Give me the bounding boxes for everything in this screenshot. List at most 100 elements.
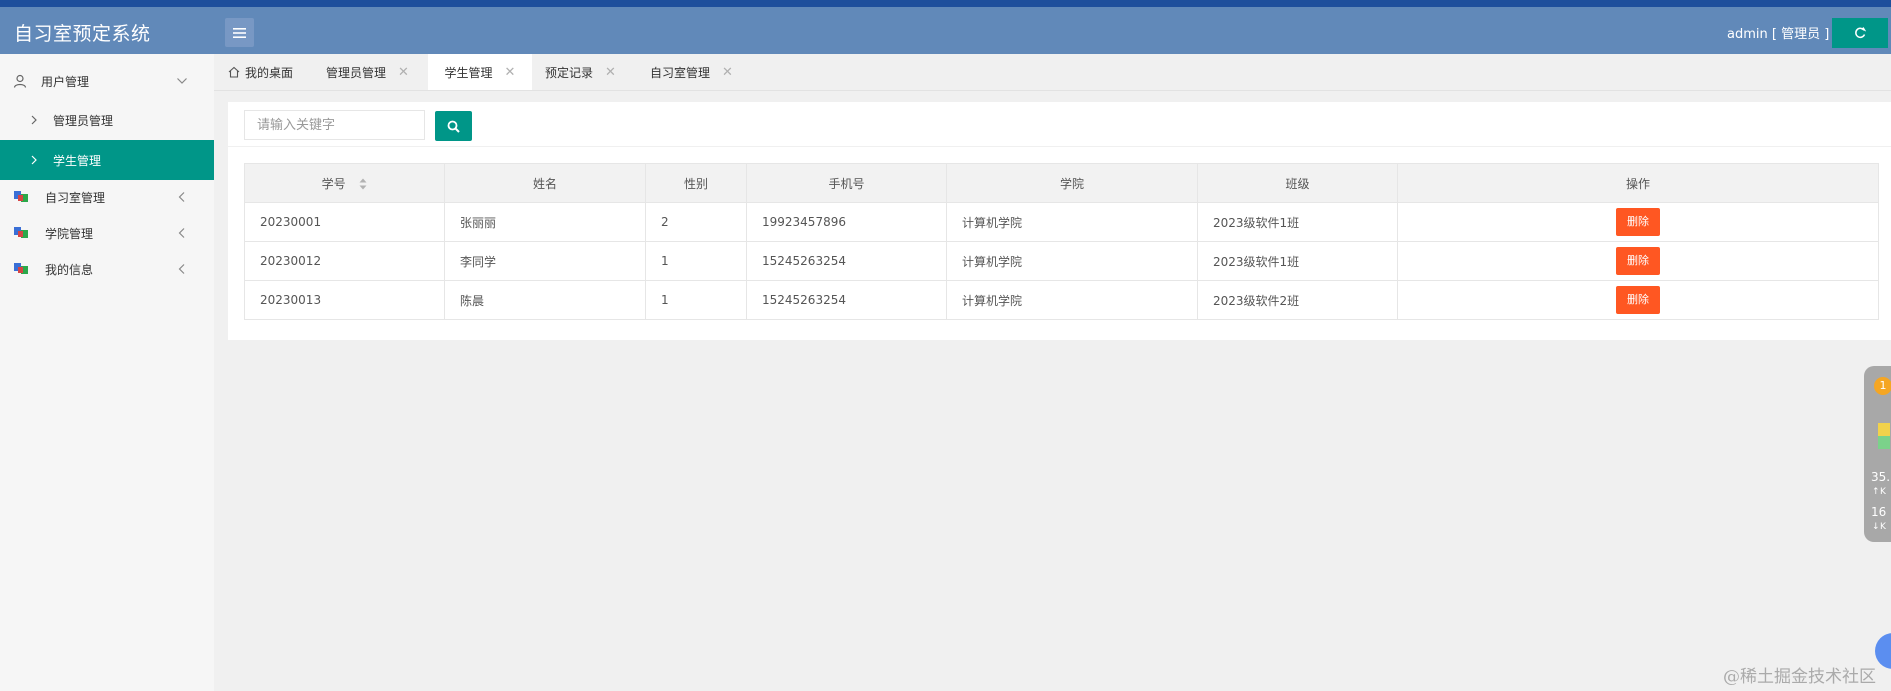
cell-class: 2023级软件1班 — [1197, 241, 1398, 281]
tab-my-desktop[interactable]: 我的桌面 — [228, 54, 293, 90]
menu-toggle-button[interactable] — [225, 18, 254, 47]
app-header: 自习室预定系统 admin [ 管理员 ] — [0, 7, 1891, 54]
delete-button[interactable]: 删除 — [1616, 286, 1660, 314]
column-header-phone: 手机号 — [746, 163, 947, 203]
close-icon[interactable]: ✕ — [505, 65, 516, 80]
upload-arrow-icon: ↑ — [1872, 487, 1880, 497]
tab-label: 我的桌面 — [245, 65, 294, 80]
sidebar-item-my-info[interactable]: 我的信息 — [0, 251, 214, 287]
upload-speed-value: 35. — [1871, 470, 1891, 484]
colorful-cube-icon — [14, 227, 28, 238]
search-input[interactable] — [244, 110, 425, 140]
chevron-left-icon — [178, 264, 185, 274]
table-header-row: 学号 姓名 性别 手机号 学院 班级 操作 — [244, 163, 1879, 203]
sidebar-item-label: 自习室管理 — [45, 190, 106, 205]
cell-name: 陈晨 — [444, 280, 646, 320]
tab-label: 管理员管理 — [326, 65, 387, 80]
column-header-college: 学院 — [946, 163, 1198, 203]
download-arrow-icon: ↓ — [1872, 522, 1880, 532]
close-icon[interactable]: ✕ — [722, 65, 733, 80]
hamburger-icon — [233, 27, 246, 38]
close-icon[interactable]: ✕ — [398, 65, 409, 80]
download-speed-unit: K — [1880, 522, 1886, 532]
cell-actions: 删除 — [1397, 202, 1879, 242]
notification-badge: 1 — [1874, 377, 1891, 395]
cell-actions: 删除 — [1397, 241, 1879, 281]
cell-phone: 19923457896 — [746, 202, 947, 242]
refresh-icon — [1855, 27, 1866, 39]
chevron-left-icon — [178, 228, 185, 238]
sidebar-item-user-management[interactable]: 用户管理 — [0, 63, 214, 99]
tab-label: 预定记录 — [545, 65, 594, 80]
table-row: 20230012 李同学 1 15245263254 计算机学院 2023级软件… — [244, 241, 1879, 281]
tab-label: 学生管理 — [444, 65, 493, 80]
sidebar-item-admin-management[interactable]: 管理员管理 — [0, 102, 214, 138]
column-header-student-id[interactable]: 学号 — [244, 163, 445, 203]
sidebar-item-student-management[interactable]: 学生管理 — [0, 140, 214, 180]
top-stripe — [0, 0, 1891, 7]
column-header-gender: 性别 — [645, 163, 747, 203]
cell-student-id: 20230001 — [244, 202, 445, 242]
cell-student-id: 20230013 — [244, 280, 445, 320]
delete-button[interactable]: 删除 — [1616, 247, 1660, 275]
sidebar: 用户管理 管理员管理 学生管理 自习室管理 学院管理 我的信息 — [0, 54, 214, 691]
cell-class: 2023级软件1班 — [1197, 202, 1398, 242]
sidebar-item-college-management[interactable]: 学院管理 — [0, 215, 214, 251]
search-button[interactable] — [435, 111, 472, 141]
divider — [228, 146, 1891, 147]
chevron-right-icon — [31, 155, 37, 165]
tab-booking-records[interactable]: 预定记录 ✕ — [545, 54, 616, 90]
colorful-cube-icon — [14, 191, 28, 202]
sidebar-item-label: 学院管理 — [45, 226, 94, 241]
sidebar-item-studyroom-management[interactable]: 自习室管理 — [0, 179, 214, 215]
tab-student-management[interactable]: 学生管理 ✕ — [428, 54, 532, 90]
cell-college: 计算机学院 — [946, 202, 1198, 242]
cell-gender: 1 — [645, 280, 747, 320]
delete-button[interactable]: 删除 — [1616, 208, 1660, 236]
colorful-cube-icon — [14, 263, 28, 274]
cell-actions: 删除 — [1397, 280, 1879, 320]
cell-name: 李同学 — [444, 241, 646, 281]
cell-gender: 2 — [645, 202, 747, 242]
upload-speed-unit: K — [1880, 487, 1886, 497]
table-row: 20230013 陈晨 1 15245263254 计算机学院 2023级软件2… — [244, 280, 1879, 320]
sidebar-item-label: 我的信息 — [45, 262, 94, 277]
column-header-name: 姓名 — [444, 163, 646, 203]
shield-icon — [1878, 423, 1890, 449]
sort-icon[interactable] — [359, 178, 367, 190]
sidebar-item-label: 学生管理 — [53, 153, 102, 168]
cell-gender: 1 — [645, 241, 747, 281]
floating-action-button[interactable] — [1875, 633, 1891, 669]
chevron-down-icon — [177, 78, 187, 84]
column-header-label: 学号 — [321, 176, 346, 191]
students-table: 学号 姓名 性别 手机号 学院 班级 操作 20230001 张丽丽 2 199… — [244, 163, 1879, 320]
chevron-right-icon — [31, 115, 37, 125]
tab-admin-management[interactable]: 管理员管理 ✕ — [326, 54, 409, 90]
app-title: 自习室预定系统 — [14, 23, 151, 45]
sidebar-item-label: 管理员管理 — [53, 113, 114, 128]
column-header-actions: 操作 — [1397, 163, 1879, 203]
tab-label: 自习室管理 — [650, 65, 711, 80]
chevron-left-icon — [178, 192, 185, 202]
close-icon[interactable]: ✕ — [605, 65, 616, 80]
user-label: admin [ 管理员 ] — [1727, 27, 1830, 42]
refresh-button[interactable] — [1832, 18, 1888, 48]
home-icon — [228, 66, 240, 78]
sidebar-item-label: 用户管理 — [41, 74, 90, 89]
watermark: @稀土掘金技术社区 — [1723, 667, 1876, 687]
user-menu[interactable]: admin [ 管理员 ] — [1727, 23, 1844, 42]
table-row: 20230001 张丽丽 2 19923457896 计算机学院 2023级软件… — [244, 202, 1879, 242]
cell-name: 张丽丽 — [444, 202, 646, 242]
tab-studyroom-management[interactable]: 自习室管理 ✕ — [650, 54, 733, 90]
user-icon — [13, 74, 27, 88]
cell-phone: 15245263254 — [746, 280, 947, 320]
cell-college: 计算机学院 — [946, 241, 1198, 281]
cell-class: 2023级软件2班 — [1197, 280, 1398, 320]
column-header-class: 班级 — [1197, 163, 1398, 203]
download-speed-value: 16 — [1871, 505, 1887, 519]
cell-phone: 15245263254 — [746, 241, 947, 281]
cell-student-id: 20230012 — [244, 241, 445, 281]
tab-bar: 我的桌面 管理员管理 ✕ 学生管理 ✕ 预定记录 ✕ 自习室管理 ✕ — [214, 54, 1891, 91]
search-icon — [447, 120, 460, 133]
cell-college: 计算机学院 — [946, 280, 1198, 320]
